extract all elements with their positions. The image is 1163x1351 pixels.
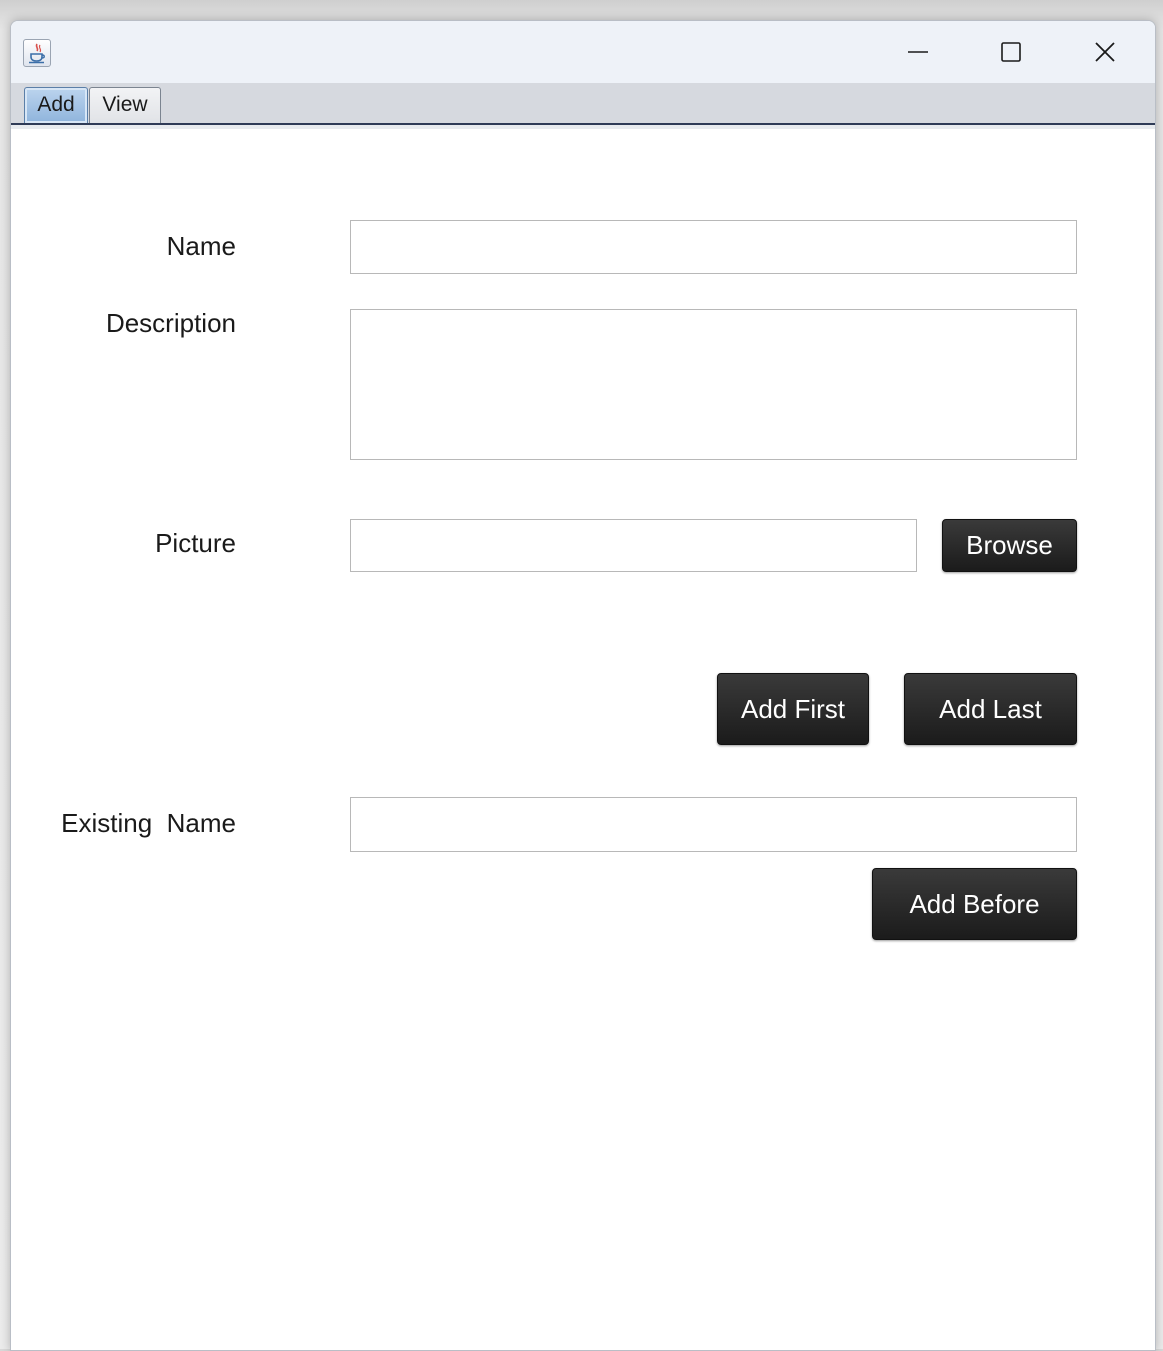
close-button[interactable] (1082, 33, 1128, 71)
description-textarea[interactable] (350, 309, 1077, 460)
add-first-button[interactable]: Add First (717, 673, 869, 745)
tab-strip: Add View (11, 83, 1155, 127)
app-window: Add View Name Description Picture Browse… (10, 20, 1156, 1351)
name-label: Name (166, 231, 236, 261)
title-bar[interactable] (11, 21, 1155, 83)
desktop-background: Add View Name Description Picture Browse… (0, 0, 1163, 1351)
tab-view[interactable]: View (89, 87, 161, 123)
name-input[interactable] (350, 220, 1077, 274)
tab-add[interactable]: Add (24, 87, 88, 123)
java-cup-icon[interactable] (23, 39, 51, 67)
add-last-button[interactable]: Add Last (904, 673, 1077, 745)
existing-name-input[interactable] (350, 797, 1077, 852)
maximize-button[interactable] (988, 33, 1034, 71)
browse-button[interactable]: Browse (942, 519, 1077, 572)
tab-divider-highlight (11, 125, 1155, 129)
maximize-icon (1001, 42, 1021, 62)
picture-label: Picture (155, 528, 236, 558)
description-label: Description (105, 308, 236, 338)
minimize-button[interactable] (895, 33, 941, 71)
close-icon (1095, 42, 1115, 62)
existing-name-label: Existing Name (61, 808, 236, 838)
picture-path-input[interactable] (350, 519, 917, 572)
minimize-icon (908, 51, 928, 53)
add-before-button[interactable]: Add Before (872, 868, 1077, 940)
